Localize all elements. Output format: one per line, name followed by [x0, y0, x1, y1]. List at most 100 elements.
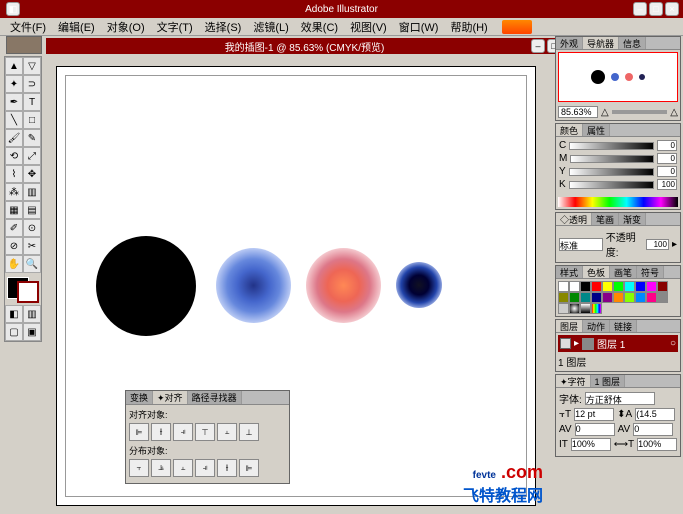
fullscreen-icon[interactable]: ▣: [23, 323, 41, 341]
swatch[interactable]: [624, 281, 635, 292]
m-value[interactable]: 0: [657, 153, 677, 164]
menu-file[interactable]: 文件(F): [4, 19, 52, 35]
opacity-input[interactable]: 100: [646, 239, 669, 250]
color-mode-icon[interactable]: ◧: [5, 305, 23, 323]
selection-tool[interactable]: ▲: [5, 57, 23, 75]
fill-stroke-swatch[interactable]: [5, 275, 41, 305]
tab-swatches[interactable]: 色板: [583, 266, 610, 278]
navigator-preview[interactable]: [558, 52, 678, 102]
menu-help[interactable]: 帮助(H): [444, 19, 493, 35]
kern-input[interactable]: 0: [575, 423, 615, 436]
swatch[interactable]: [569, 303, 580, 314]
swatch[interactable]: [591, 281, 602, 292]
tab-attributes[interactable]: 属性: [583, 124, 610, 136]
swatch[interactable]: [657, 292, 668, 303]
menu-window[interactable]: 窗口(W): [393, 19, 445, 35]
align-left-button[interactable]: ⊫: [129, 423, 149, 441]
blend-mode-select[interactable]: 标准: [559, 238, 603, 251]
lasso-tool[interactable]: ⊃: [23, 75, 41, 93]
swatch[interactable]: [580, 281, 591, 292]
tab-actions[interactable]: 动作: [583, 320, 610, 332]
screen-mode-icon[interactable]: ▢: [5, 323, 23, 341]
tab-transparency[interactable]: ◇透明: [556, 213, 592, 225]
dist-vcenter-button[interactable]: ⫡: [151, 459, 171, 477]
rectangle-tool[interactable]: □: [23, 111, 41, 129]
swatch[interactable]: [635, 292, 646, 303]
color-spectrum[interactable]: [558, 197, 678, 207]
tab-layers[interactable]: 图层: [556, 320, 583, 332]
swatch[interactable]: [569, 292, 580, 303]
dist-right-button[interactable]: ⊫: [239, 459, 259, 477]
font-select[interactable]: 方正舒体: [585, 392, 655, 405]
doc-minimize-button[interactable]: –: [531, 39, 545, 53]
swatch[interactable]: [613, 281, 624, 292]
tab-navigator[interactable]: 导航器: [583, 37, 619, 49]
zoom-tool[interactable]: 🔍: [23, 255, 41, 273]
layer-name[interactable]: 图层 1: [597, 336, 625, 351]
close-button[interactable]: ×: [665, 2, 679, 16]
line-tool[interactable]: ╲: [5, 111, 23, 129]
tab-paragraph[interactable]: 1 图层: [591, 375, 626, 387]
swatch[interactable]: [646, 292, 657, 303]
tab-brushes[interactable]: 画笔: [610, 266, 637, 278]
canvas-area[interactable]: [46, 56, 555, 514]
track-input[interactable]: 0: [633, 423, 673, 436]
swatch[interactable]: [602, 281, 613, 292]
tab-symbols[interactable]: 符号: [637, 266, 664, 278]
align-bottom-button[interactable]: ⊥: [239, 423, 259, 441]
pen-tool[interactable]: ✒: [5, 93, 23, 111]
brush-tool[interactable]: 🖌: [5, 129, 23, 147]
hscale-input[interactable]: 100%: [637, 438, 677, 451]
eyedropper-tool[interactable]: ✐: [5, 219, 23, 237]
zoom-input[interactable]: 85.63%: [558, 106, 598, 118]
align-top-button[interactable]: ⊤: [195, 423, 215, 441]
c-slider[interactable]: [569, 142, 654, 150]
graph-tool[interactable]: ▥: [23, 183, 41, 201]
tab-stroke[interactable]: 笔画: [592, 213, 619, 225]
swatch[interactable]: [657, 281, 668, 292]
swatch[interactable]: [558, 303, 569, 314]
type-tool[interactable]: T: [23, 93, 41, 111]
tab-links[interactable]: 链接: [610, 320, 637, 332]
swatch[interactable]: [580, 303, 591, 314]
k-value[interactable]: 100: [657, 179, 677, 190]
swatch[interactable]: [591, 303, 602, 314]
dark-blue-circle[interactable]: [396, 262, 442, 308]
tab-info[interactable]: 信息: [619, 37, 646, 49]
dist-hcenter-button[interactable]: ⫲: [217, 459, 237, 477]
menu-filter[interactable]: 滤镜(L): [247, 19, 294, 35]
swatch[interactable]: [569, 281, 580, 292]
menu-select[interactable]: 选择(S): [199, 19, 248, 35]
opacity-dropdown-icon[interactable]: ▸: [672, 239, 677, 250]
swatch[interactable]: [613, 292, 624, 303]
stroke-swatch[interactable]: [17, 281, 39, 303]
y-value[interactable]: 0: [657, 166, 677, 177]
black-circle[interactable]: [96, 236, 196, 336]
tab-appearance[interactable]: 外观: [556, 37, 583, 49]
dist-left-button[interactable]: ⫣: [195, 459, 215, 477]
scissors-tool[interactable]: ✂: [23, 237, 41, 255]
zoom-in-icon[interactable]: △: [670, 107, 678, 118]
warp-tool[interactable]: ⌇: [5, 165, 23, 183]
zoom-slider[interactable]: [612, 110, 668, 114]
m-slider[interactable]: [570, 155, 654, 163]
menu-extras-icon[interactable]: [502, 20, 532, 34]
gradient-mode-icon[interactable]: ▥: [23, 305, 41, 323]
swatch[interactable]: [635, 281, 646, 292]
swatch[interactable]: [580, 292, 591, 303]
swatch[interactable]: [624, 292, 635, 303]
zoom-out-icon[interactable]: △: [601, 107, 609, 118]
hand-tool[interactable]: ✋: [5, 255, 23, 273]
blend-tool[interactable]: ⊙: [23, 219, 41, 237]
c-value[interactable]: 0: [657, 140, 677, 151]
vscale-input[interactable]: 100%: [571, 438, 611, 451]
align-right-button[interactable]: ⫣: [173, 423, 193, 441]
user-profile-thumb[interactable]: [6, 36, 42, 54]
swatch[interactable]: [646, 281, 657, 292]
swatch[interactable]: [558, 281, 569, 292]
menu-view[interactable]: 视图(V): [344, 19, 393, 35]
menu-object[interactable]: 对象(O): [101, 19, 151, 35]
visibility-icon[interactable]: [560, 338, 571, 349]
leading-input[interactable]: (14.5: [635, 408, 675, 421]
k-slider[interactable]: [569, 181, 654, 189]
